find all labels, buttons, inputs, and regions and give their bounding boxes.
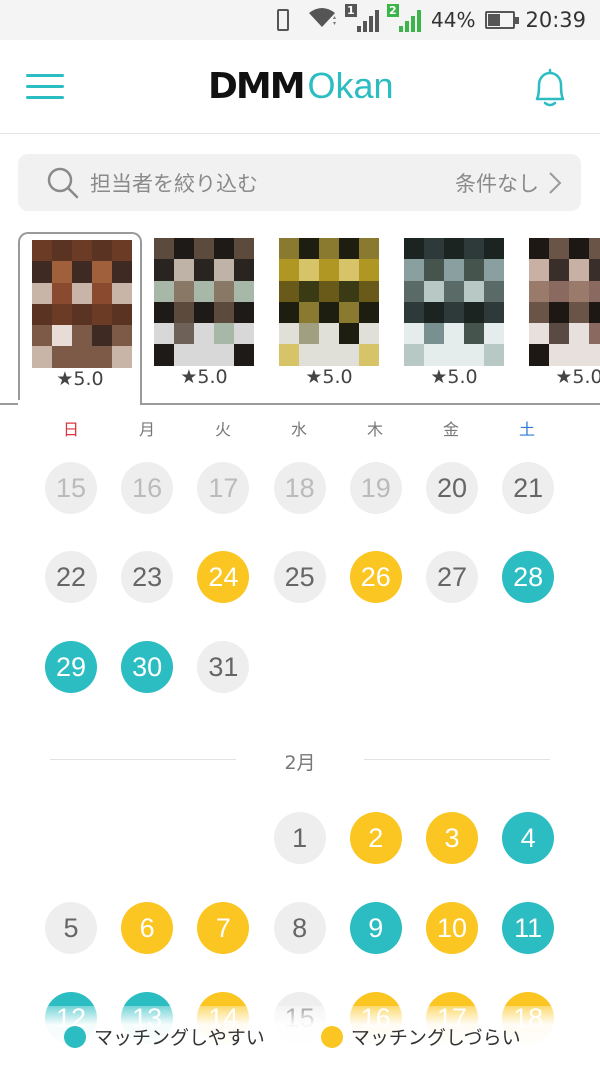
legend: マッチングしやすい マッチングしづらい bbox=[0, 1006, 600, 1067]
legend-hard: マッチングしづらい bbox=[320, 1023, 521, 1050]
staff-avatar bbox=[404, 238, 504, 366]
calendar-day[interactable]: 22 bbox=[45, 551, 97, 603]
calendar-day[interactable]: 21 bbox=[502, 462, 555, 514]
sim2-label: 2 bbox=[387, 4, 399, 17]
staff-rating: ★5.0 bbox=[180, 366, 228, 388]
vibrate-icon bbox=[269, 7, 297, 33]
clock: 20:39 bbox=[525, 8, 586, 32]
calendar-day[interactable]: 2 bbox=[349, 812, 402, 864]
staff-rating: ★5.0 bbox=[430, 366, 478, 388]
search-icon bbox=[47, 167, 79, 198]
weekday-label: 火 bbox=[214, 420, 231, 439]
calendar-day[interactable]: 24 bbox=[197, 551, 250, 603]
app-header: DMM Okan bbox=[0, 40, 600, 134]
filter-condition: 条件なし bbox=[455, 171, 539, 196]
calendar-day[interactable]: 20 bbox=[426, 462, 478, 514]
logo-brand: DMM bbox=[208, 65, 306, 107]
staff-avatar bbox=[279, 238, 379, 366]
notification-bell-icon[interactable] bbox=[528, 66, 572, 110]
month-label: 2月 bbox=[284, 752, 316, 774]
calendar-day: 15 bbox=[45, 462, 97, 514]
wifi-icon bbox=[307, 5, 337, 35]
easy-dot-icon bbox=[64, 1025, 86, 1048]
calendar-day: 18 bbox=[273, 462, 326, 514]
calendar-day[interactable]: 25 bbox=[273, 551, 326, 603]
calendar-day[interactable]: 9 bbox=[349, 902, 402, 954]
legend-easy-label: マッチングしやすい bbox=[94, 1027, 265, 1049]
chevron-right-icon bbox=[549, 171, 562, 194]
calendar-day: 16 bbox=[121, 462, 174, 514]
hard-dot-icon bbox=[320, 1025, 343, 1048]
calendar-day[interactable]: 1 bbox=[273, 812, 326, 864]
calendar-day[interactable]: 4 bbox=[502, 812, 555, 864]
staff-filter-search[interactable]: 担当者を絞り込む 条件なし bbox=[18, 154, 581, 211]
signal-sim2-icon: 2 bbox=[387, 4, 422, 32]
weekday-label: 日 bbox=[62, 420, 79, 439]
staff-avatar bbox=[529, 238, 600, 366]
weekday-label: 水 bbox=[290, 420, 307, 439]
staff-card[interactable]: ★5.0 bbox=[517, 232, 600, 404]
menu-icon[interactable] bbox=[26, 74, 66, 100]
weekday-header: 日月火水木金土 bbox=[33, 412, 565, 442]
staff-avatar bbox=[154, 238, 254, 366]
calendar-day[interactable]: 31 bbox=[197, 641, 250, 693]
calendar-day[interactable]: 28 bbox=[502, 551, 555, 603]
signal-sim1-icon: 1 bbox=[345, 4, 380, 32]
logo-product: Okan bbox=[307, 65, 394, 106]
calendar-day[interactable]: 3 bbox=[426, 812, 478, 864]
status-bar: 1 2 44% 20:39 bbox=[0, 0, 600, 40]
battery-icon bbox=[485, 11, 520, 29]
legend-hard-label: マッチングしづらい bbox=[350, 1027, 521, 1049]
staff-card[interactable]: ★5.0 bbox=[392, 232, 516, 404]
weekday-label: 金 bbox=[442, 420, 459, 439]
staff-rating: ★5.0 bbox=[305, 366, 353, 388]
calendar-day[interactable]: 30 bbox=[121, 641, 174, 693]
calendar-day[interactable]: 8 bbox=[273, 902, 326, 954]
calendar-day: 19 bbox=[349, 462, 402, 514]
search-placeholder: 担当者を絞り込む bbox=[90, 171, 258, 196]
calendar-day: 17 bbox=[197, 462, 250, 514]
app-logo: DMM Okan bbox=[208, 64, 394, 108]
calendar-day[interactable]: 29 bbox=[45, 641, 97, 693]
calendar-day[interactable]: 10 bbox=[426, 902, 478, 954]
weekday-label: 木 bbox=[366, 420, 383, 439]
calendar-day[interactable]: 11 bbox=[502, 902, 555, 954]
staff-avatar bbox=[32, 240, 132, 368]
legend-easy: マッチングしやすい bbox=[64, 1023, 265, 1050]
battery-percent: 44% bbox=[431, 8, 476, 32]
staff-rating: ★5.0 bbox=[555, 366, 600, 388]
staff-card[interactable]: ★5.0 bbox=[18, 232, 142, 404]
calendar-day[interactable]: 5 bbox=[45, 902, 97, 954]
staff-card[interactable]: ★5.0 bbox=[267, 232, 391, 404]
sim1-label: 1 bbox=[345, 4, 357, 17]
calendar-day[interactable]: 26 bbox=[349, 551, 402, 603]
month-separator: 2月 bbox=[50, 742, 550, 782]
calendar-day[interactable]: 23 bbox=[121, 551, 174, 603]
staff-rating: ★5.0 bbox=[56, 368, 104, 390]
weekday-label: 月 bbox=[138, 420, 155, 439]
calendar-day[interactable]: 27 bbox=[426, 551, 478, 603]
calendar-day[interactable]: 6 bbox=[121, 902, 174, 954]
weekday-label: 土 bbox=[518, 420, 535, 439]
staff-card[interactable]: ★5.0 bbox=[142, 232, 266, 404]
calendar-day[interactable]: 7 bbox=[197, 902, 250, 954]
